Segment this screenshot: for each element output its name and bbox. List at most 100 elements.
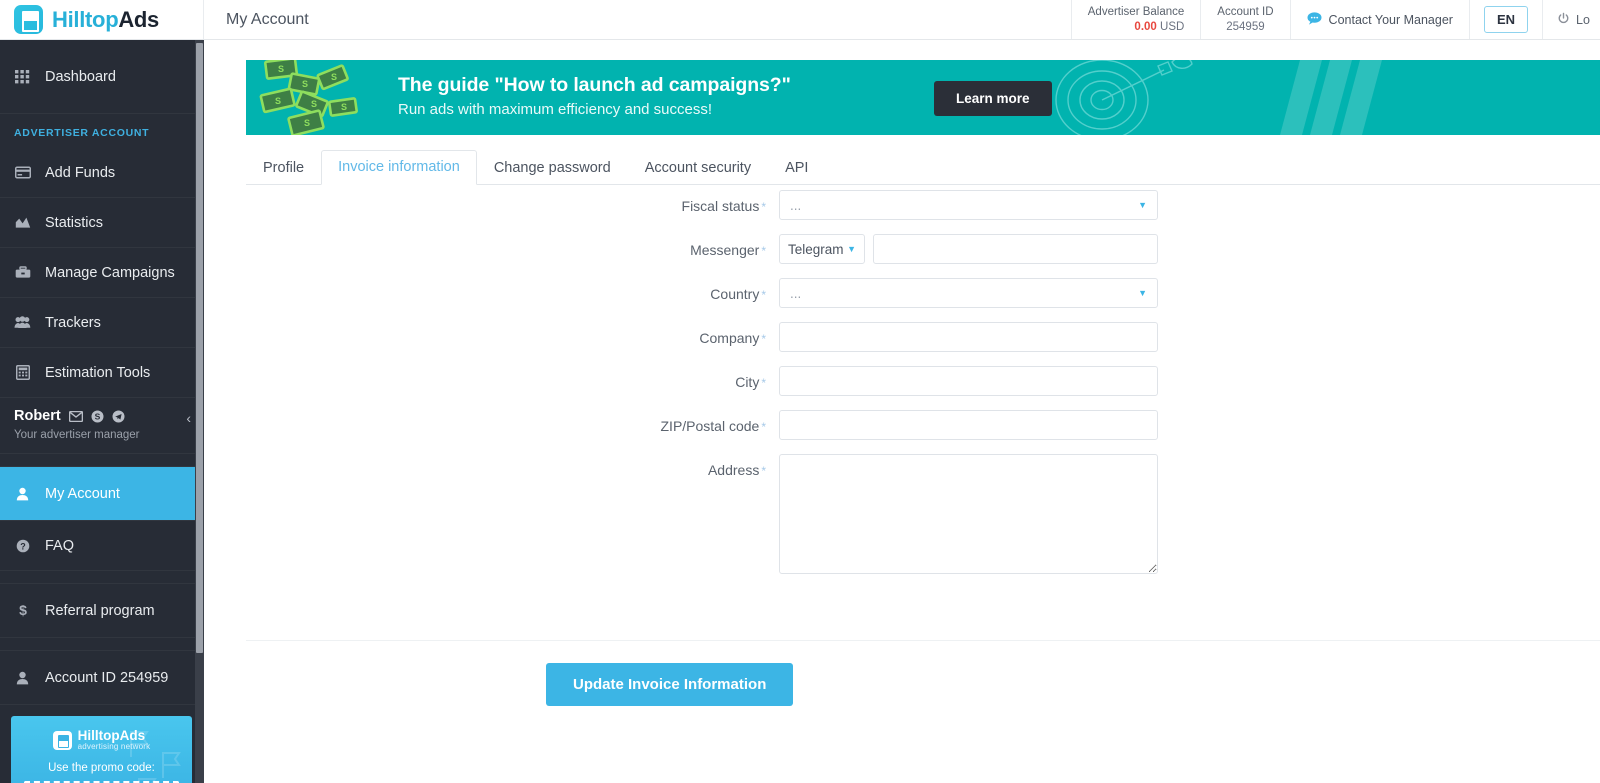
- tab-account-security[interactable]: Account security: [628, 151, 768, 185]
- address-control: [779, 454, 1158, 579]
- chevron-left-icon[interactable]: ‹: [186, 410, 191, 426]
- sidebar-scrollbar-thumb[interactable]: [196, 43, 203, 653]
- sidebar-item-estimation-tools[interactable]: Estimation Tools: [0, 348, 204, 398]
- promo-logo: HilltopAds advertising network: [11, 728, 192, 752]
- sidebar-item-trackers[interactable]: Trackers: [0, 298, 204, 348]
- svg-text:S: S: [275, 96, 281, 106]
- company-input[interactable]: [779, 322, 1158, 352]
- skype-icon[interactable]: S: [91, 410, 104, 423]
- messenger-type-select[interactable]: Telegram ▼: [779, 234, 865, 264]
- country-select[interactable]: ... ▼: [779, 278, 1158, 308]
- address-textarea[interactable]: [779, 454, 1158, 574]
- svg-text:S: S: [331, 72, 337, 82]
- fiscal-status-select[interactable]: ... ▼: [779, 190, 1158, 220]
- question-circle-icon: ?: [14, 539, 31, 553]
- sidebar-item-account-id[interactable]: Account ID 254959: [0, 651, 204, 705]
- city-control: [779, 366, 1158, 396]
- banner-stripes-decoration: [1280, 60, 1382, 135]
- language-button[interactable]: EN: [1483, 6, 1528, 33]
- users-icon: [14, 316, 31, 329]
- required-marker: *: [761, 376, 766, 390]
- tab-change-password[interactable]: Change password: [477, 151, 628, 185]
- account-id-value: 254959: [1226, 20, 1265, 33]
- sidebar-item-account-id-label: Account ID 254959: [45, 669, 169, 686]
- brand-name-part1: Hilltop: [52, 6, 119, 32]
- form-row-fiscal-status: Fiscal status * ... ▼: [204, 190, 1600, 220]
- learn-more-button[interactable]: Learn more: [934, 81, 1052, 116]
- city-label: City: [735, 374, 760, 390]
- sidebar-item-faq[interactable]: ? FAQ: [0, 521, 204, 571]
- page-title: My Account: [226, 10, 309, 28]
- tab-profile[interactable]: Profile: [246, 151, 321, 185]
- manager-row: Robert S: [14, 408, 190, 424]
- form-row-zip: ZIP/Postal code *: [204, 410, 1600, 440]
- tab-api[interactable]: API: [768, 151, 825, 185]
- sidebar-item-my-account[interactable]: My Account: [0, 467, 204, 521]
- manager-subtitle: Your advertiser manager: [14, 429, 140, 441]
- grid-icon: [14, 69, 31, 84]
- contact-manager-link[interactable]: Contact Your Manager: [1289, 0, 1469, 39]
- chat-bubble-icon: [1307, 11, 1322, 28]
- sidebar-item-referral-program[interactable]: $ Referral program: [0, 584, 204, 638]
- logout-link[interactable]: Lo: [1542, 0, 1600, 39]
- briefcase-icon: [14, 266, 31, 279]
- promo-use-text: Use the promo code:: [48, 761, 155, 774]
- sidebar-item-manage-campaigns[interactable]: Manage Campaigns: [0, 248, 204, 298]
- calculator-icon: [14, 365, 31, 380]
- fiscal-status-label: Fiscal status: [681, 198, 760, 214]
- zip-input[interactable]: [779, 410, 1158, 440]
- power-icon: [1557, 12, 1570, 28]
- chevron-down-icon: ▼: [1138, 200, 1147, 210]
- promo-banner[interactable]: HilltopAds advertising network Use the p…: [11, 716, 192, 783]
- sidebar-item-add-funds-label: Add Funds: [45, 164, 116, 181]
- dart-target-icon: [1055, 60, 1193, 135]
- sidebar-item-add-funds[interactable]: Add Funds: [0, 148, 204, 198]
- svg-text:S: S: [341, 102, 347, 112]
- hilltopads-flag-logo-icon: [52, 730, 72, 750]
- form-divider: [246, 640, 1600, 641]
- form-row-city: City *: [204, 366, 1600, 396]
- envelope-icon[interactable]: [68, 410, 83, 422]
- sidebar-scroll-pane: Dashboard ADVERTISER ACCOUNT Add Funds S…: [0, 40, 204, 783]
- promo-guide-banner[interactable]: SSS SSSS The guide "How to launch ad cam…: [246, 60, 1600, 135]
- svg-text:S: S: [94, 411, 100, 421]
- telegram-icon[interactable]: [112, 410, 125, 423]
- manager-name: Robert: [14, 408, 61, 424]
- svg-text:S: S: [278, 64, 284, 74]
- address-label-wrap: Address *: [204, 454, 779, 478]
- chevron-down-icon: ▼: [847, 244, 856, 254]
- tab-invoice-information[interactable]: Invoice information: [321, 150, 477, 185]
- required-marker: *: [761, 200, 766, 214]
- sidebar-scrollbar[interactable]: [195, 40, 204, 783]
- banner-heading: The guide "How to launch ad campaigns?": [398, 74, 791, 96]
- fiscal-status-value: ...: [790, 197, 802, 213]
- money-bills-icon: SSS S S SS: [259, 60, 358, 135]
- sidebar-item-dashboard[interactable]: Dashboard: [0, 40, 204, 114]
- country-control: ... ▼: [779, 278, 1158, 308]
- promo-logo-text: HilltopAds advertising network: [77, 728, 151, 752]
- update-invoice-information-button[interactable]: Update Invoice Information: [546, 663, 794, 706]
- balance-amount: 0.00: [1134, 20, 1157, 33]
- sidebar-item-statistics[interactable]: Statistics: [0, 198, 204, 248]
- page-title-container: My Account: [204, 0, 1071, 39]
- sidebar-item-faq-label: FAQ: [45, 537, 75, 554]
- user-icon: [14, 487, 31, 501]
- promo-logo-line2: advertising network: [77, 742, 151, 752]
- sidebar-item-referral-program-label: Referral program: [45, 602, 155, 619]
- dollar-icon: $: [14, 603, 31, 618]
- promo-logo-line1: HilltopAds: [77, 728, 146, 743]
- sidebar-spacer-1: [0, 454, 204, 467]
- account-id-label: Account ID: [1217, 5, 1274, 18]
- svg-text:S: S: [311, 99, 317, 109]
- language-selector[interactable]: EN: [1468, 0, 1542, 39]
- required-marker: *: [761, 332, 766, 346]
- manager-card: Robert S Your advertiser manager ‹: [0, 398, 204, 454]
- messenger-input[interactable]: [873, 234, 1158, 264]
- brand-logo[interactable]: HilltopAds: [0, 0, 204, 39]
- form-row-country: Country * ... ▼: [204, 278, 1600, 308]
- messenger-type-value: Telegram: [788, 241, 844, 257]
- sidebar-section-heading: ADVERTISER ACCOUNT: [14, 127, 150, 139]
- city-input[interactable]: [779, 366, 1158, 396]
- sidebar-spacer-2: [0, 571, 204, 584]
- svg-text:S: S: [304, 118, 310, 128]
